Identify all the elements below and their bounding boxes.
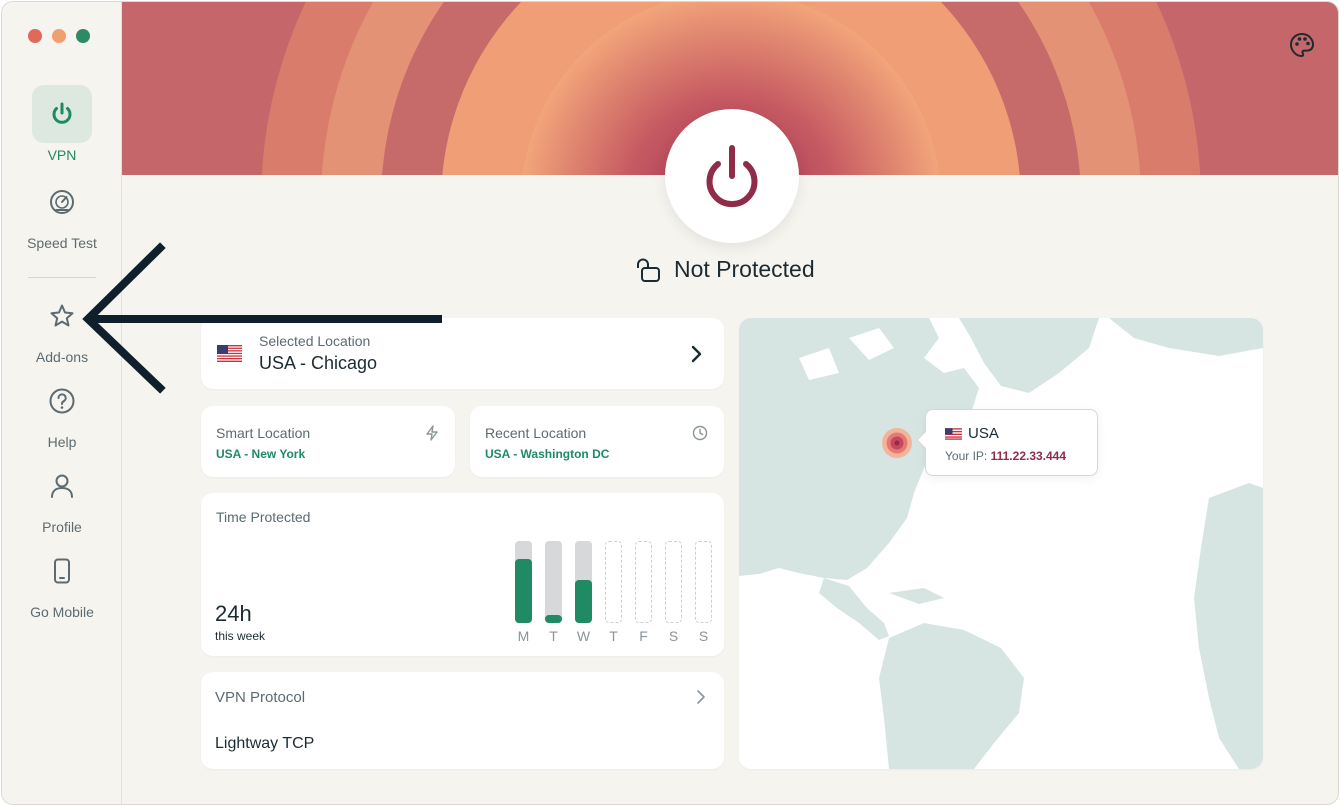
connection-status: Not Protected xyxy=(636,256,815,283)
day-label: S xyxy=(668,628,679,644)
phone-icon xyxy=(32,542,92,600)
day-label: F xyxy=(639,628,648,644)
star-icon xyxy=(32,287,92,345)
selected-location-card[interactable]: Selected Location USA - Chicago xyxy=(201,318,724,389)
recent-location-card[interactable]: Recent Location USA - Washington DC xyxy=(470,406,724,477)
day-bar xyxy=(515,541,532,623)
lightning-icon xyxy=(426,425,438,441)
day-label: T xyxy=(549,628,558,644)
power-icon xyxy=(706,145,758,208)
minimize-window-button[interactable] xyxy=(52,29,66,43)
day-bar xyxy=(605,541,622,623)
ip-label: Your IP: xyxy=(945,449,988,463)
recent-location-label: Recent Location xyxy=(485,425,587,441)
sidebar-item-vpn[interactable]: VPN xyxy=(2,85,122,163)
unlocked-icon xyxy=(637,258,660,282)
day-label: T xyxy=(609,628,618,644)
usa-flag-icon xyxy=(945,428,962,440)
smart-location-label: Smart Location xyxy=(216,425,311,441)
sidebar-item-help[interactable]: Help xyxy=(2,372,122,450)
location-pin-icon[interactable] xyxy=(882,428,912,458)
vpn-protocol-value: Lightway TCP xyxy=(215,735,315,752)
vpn-protocol-label: VPN Protocol xyxy=(215,689,306,706)
usa-flag-icon xyxy=(217,345,242,362)
sidebar: VPN Speed Test Add-ons Help Profile Go M… xyxy=(2,2,122,804)
time-protected-card: Time Protected 24h this week M T W T F S S xyxy=(201,493,724,656)
weekly-bar-chart: MTWTFSS xyxy=(512,541,712,651)
power-icon xyxy=(32,85,92,143)
time-protected-period: this week xyxy=(215,629,266,643)
close-window-button[interactable] xyxy=(28,29,42,43)
day-bar xyxy=(635,541,652,623)
day-bar xyxy=(545,541,562,623)
connect-power-button[interactable] xyxy=(665,109,799,243)
time-protected-total: 24h xyxy=(215,601,252,626)
day-bar-fill xyxy=(515,559,532,623)
recent-location-value: USA - Washington DC xyxy=(485,447,610,461)
clock-icon xyxy=(692,425,708,441)
selected-location-value: USA - Chicago xyxy=(259,353,378,373)
smart-location-value: USA - New York xyxy=(216,447,306,461)
day-bar xyxy=(575,541,592,623)
time-protected-label: Time Protected xyxy=(216,509,311,525)
user-icon xyxy=(32,457,92,515)
sidebar-item-speed-test[interactable]: Speed Test xyxy=(2,173,122,251)
speedometer-icon xyxy=(32,173,92,231)
sidebar-item-label: Add-ons xyxy=(35,349,89,365)
maximize-window-button[interactable] xyxy=(76,29,90,43)
sidebar-divider xyxy=(28,277,96,278)
status-text: Not Protected xyxy=(674,256,815,282)
day-bar xyxy=(695,541,712,623)
chevron-right-icon xyxy=(697,690,705,704)
day-bar xyxy=(665,541,682,623)
chevron-right-icon xyxy=(691,345,702,363)
day-label: M xyxy=(517,628,530,644)
sidebar-item-label: VPN xyxy=(47,147,77,163)
tooltip-ip: Your IP: 111.22.33.444 xyxy=(945,449,1066,463)
world-map[interactable] xyxy=(739,318,1263,769)
day-bar-fill xyxy=(545,615,562,623)
sidebar-item-add-ons[interactable]: Add-ons xyxy=(2,287,122,365)
day-label: S xyxy=(698,628,709,644)
location-tooltip: USA Your IP: 111.22.33.444 xyxy=(916,409,1098,476)
smart-location-card[interactable]: Smart Location USA - New York xyxy=(201,406,455,477)
sidebar-item-label: Go Mobile xyxy=(30,604,94,620)
window-controls xyxy=(28,29,90,43)
selected-location-label: Selected Location xyxy=(259,333,371,349)
palette-icon[interactable] xyxy=(1289,32,1315,58)
sidebar-item-label: Help xyxy=(47,434,77,450)
sidebar-item-label: Speed Test xyxy=(27,235,97,251)
map-graphic xyxy=(739,318,1263,769)
vpn-protocol-card[interactable]: VPN Protocol Lightway TCP xyxy=(201,672,724,769)
ip-address: 111.22.33.444 xyxy=(990,449,1067,463)
app-window: VPN Speed Test Add-ons Help Profile Go M… xyxy=(1,1,1339,805)
day-label: W xyxy=(576,628,591,644)
sidebar-item-go-mobile[interactable]: Go Mobile xyxy=(2,542,122,620)
day-bar-fill xyxy=(575,580,592,623)
tooltip-country: USA xyxy=(968,425,999,442)
sidebar-item-profile[interactable]: Profile xyxy=(2,457,122,535)
question-icon xyxy=(32,372,92,430)
sidebar-item-label: Profile xyxy=(42,519,82,535)
